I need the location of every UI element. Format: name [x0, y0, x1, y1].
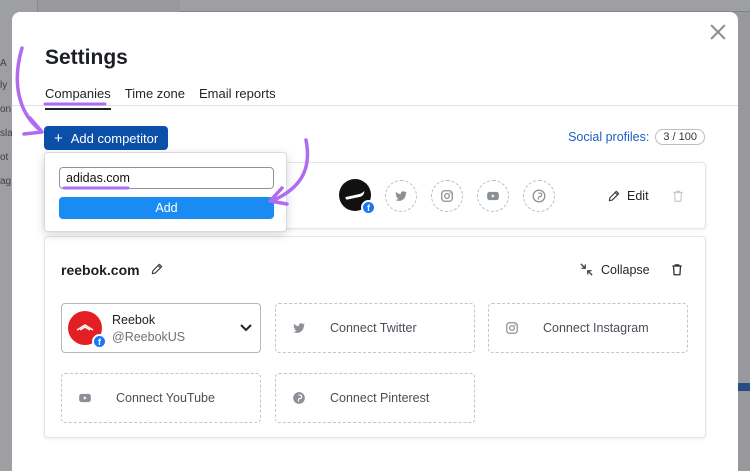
tabs-divider [12, 105, 738, 106]
add-competitor-label: Add competitor [70, 130, 159, 146]
collapse-label: Collapse [601, 262, 650, 277]
profile-handle: @ReebokUS [112, 330, 186, 344]
reebok-mark-icon [76, 324, 94, 331]
pencil-icon [608, 190, 620, 202]
tab-time-zone[interactable]: Time zone [125, 86, 185, 110]
competitor-domain-input[interactable] [59, 167, 274, 189]
tab-companies[interactable]: Companies [45, 86, 111, 110]
pencil-icon[interactable] [150, 262, 164, 281]
competitor-domain: reebok.com [61, 262, 140, 278]
twitter-icon[interactable] [385, 180, 417, 212]
settings-tabs: Companies Time zone Email reports [45, 86, 276, 110]
edit-label: Edit [627, 189, 649, 203]
connect-pinterest-label: Connect Pinterest [330, 391, 430, 405]
connect-twitter-button[interactable]: Connect Twitter [275, 303, 475, 353]
instagram-icon[interactable] [431, 180, 463, 212]
trash-icon[interactable] [670, 262, 684, 282]
social-profiles-counter: Social profiles: 3 / 100 [568, 129, 705, 145]
modal-title: Settings [45, 46, 128, 69]
reebok-logo-avatar: f [68, 311, 107, 349]
connect-pinterest-button[interactable]: Connect Pinterest [275, 373, 475, 423]
competitor-card-2: reebok.com Collapse f Reebok @ReebokUS C… [44, 236, 706, 438]
settings-modal: Settings Companies Time zone Email repor… [12, 12, 738, 471]
instagram-icon [505, 321, 519, 335]
social-profiles-link[interactable]: Social profiles: [568, 130, 649, 144]
add-competitor-popover: Add [44, 152, 287, 232]
plus-icon: + [54, 129, 63, 147]
youtube-icon [78, 391, 92, 405]
facebook-badge-icon: f [92, 334, 107, 349]
social-profiles-count: 3 / 100 [655, 129, 705, 145]
chevron-down-icon [240, 324, 252, 332]
connect-youtube-button[interactable]: Connect YouTube [61, 373, 261, 423]
pinterest-icon[interactable] [523, 180, 555, 212]
collapse-button[interactable]: Collapse [579, 262, 650, 277]
edit-button[interactable]: Edit [607, 189, 649, 203]
pinterest-icon [292, 391, 306, 405]
facebook-profile-select[interactable]: f Reebok @ReebokUS [61, 303, 261, 353]
tab-email-reports[interactable]: Email reports [199, 86, 276, 110]
facebook-badge-icon: f [361, 200, 376, 215]
profile-name: Reebok [112, 313, 156, 327]
nike-logo-avatar: f [339, 179, 376, 215]
connect-instagram-label: Connect Instagram [543, 321, 649, 335]
connect-twitter-label: Connect Twitter [330, 321, 417, 335]
add-competitor-button[interactable]: + Add competitor [44, 126, 169, 150]
add-button[interactable]: Add [59, 197, 274, 219]
close-icon[interactable] [708, 22, 728, 42]
nike-swoosh-icon [344, 189, 366, 201]
collapse-icon [580, 263, 593, 276]
connect-instagram-button[interactable]: Connect Instagram [488, 303, 688, 353]
connect-youtube-label: Connect YouTube [116, 391, 215, 405]
trash-icon[interactable] [671, 189, 685, 208]
youtube-icon[interactable] [477, 180, 509, 212]
twitter-icon [292, 321, 306, 335]
